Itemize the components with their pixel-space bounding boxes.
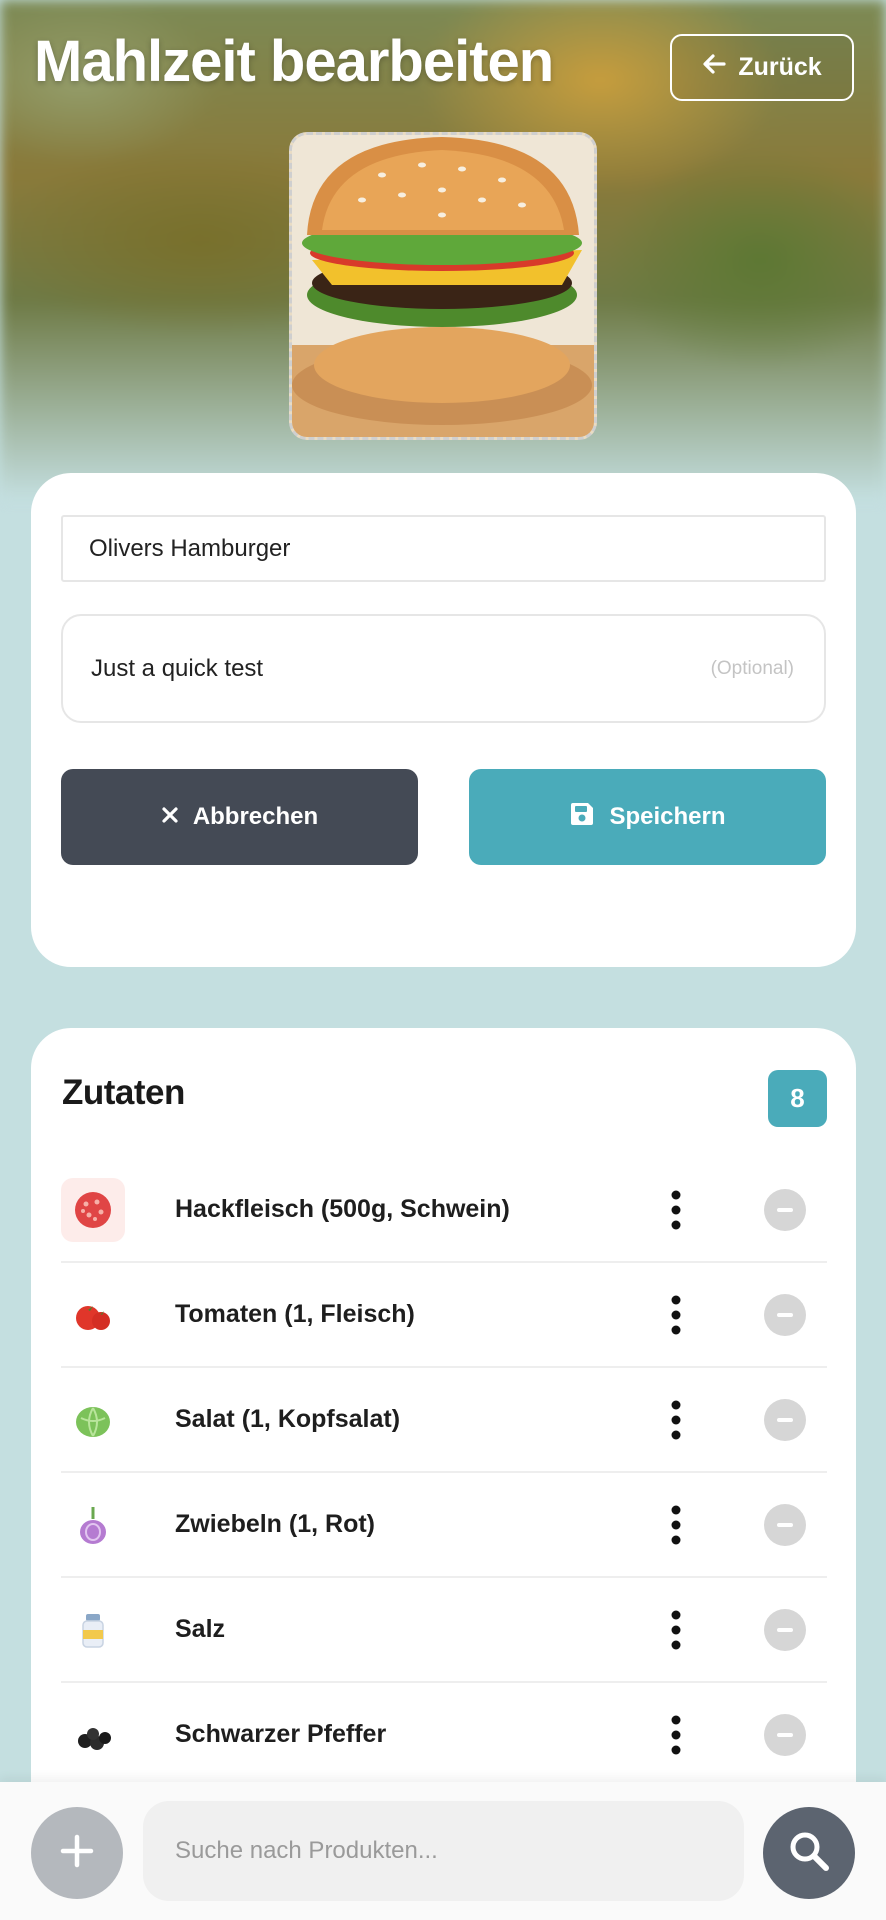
back-button-label: Zurück: [738, 53, 822, 81]
pepper-icon: [61, 1703, 125, 1767]
cancel-button-label: Abbrechen: [192, 803, 319, 830]
edit-meal-card: Olivers Hamburger Just a quick test (Opt…: [31, 473, 856, 967]
page-title: Mahlzeit bearbeiten: [34, 29, 554, 94]
minus-icon: [777, 1732, 793, 1737]
salt-icon: [61, 1598, 125, 1662]
ingredient-row[interactable]: Zwiebeln (1, Rot): [61, 1473, 827, 1578]
ingredient-label: Hackfleisch (500g, Schwein): [175, 1195, 510, 1223]
search-button[interactable]: [763, 1807, 855, 1899]
more-options-icon[interactable]: [661, 1710, 691, 1760]
burger-image: [292, 135, 594, 437]
arrow-left-icon: [702, 53, 726, 82]
ingredient-count-badge: 8: [768, 1070, 827, 1127]
back-button[interactable]: Zurück: [670, 34, 854, 101]
search-icon: [787, 1829, 831, 1878]
meal-name-input[interactable]: Olivers Hamburger: [61, 515, 826, 582]
optional-hint: (Optional): [710, 657, 794, 679]
save-button[interactable]: Speichern: [469, 769, 826, 865]
remove-ingredient-button[interactable]: [764, 1188, 806, 1231]
bottom-search-bar: Suche nach Produkten...: [0, 1782, 886, 1920]
minus-icon: [777, 1207, 793, 1212]
ingredient-row[interactable]: Schwarzer Pfeffer: [61, 1683, 827, 1788]
plus-icon: [59, 1833, 95, 1874]
ingredient-label: Zwiebeln (1, Rot): [175, 1510, 375, 1538]
minus-icon: [777, 1417, 793, 1422]
ingredient-label: Salz: [175, 1615, 226, 1643]
description-value: Just a quick test: [91, 654, 264, 682]
close-icon: [161, 803, 179, 831]
ingredients-title: Zutaten: [62, 1073, 185, 1112]
more-options-icon[interactable]: [661, 1605, 691, 1655]
ingredient-row[interactable]: Tomaten (1, Fleisch): [61, 1263, 827, 1368]
remove-ingredient-button[interactable]: [764, 1608, 806, 1651]
remove-ingredient-button[interactable]: [764, 1293, 806, 1336]
ingredient-row[interactable]: Salz: [61, 1578, 827, 1683]
remove-ingredient-button[interactable]: [764, 1398, 806, 1441]
product-search-input[interactable]: Suche nach Produkten...: [143, 1801, 744, 1901]
more-options-icon[interactable]: [661, 1185, 691, 1235]
save-button-label: Speichern: [609, 803, 726, 830]
ingredient-row[interactable]: Hackfleisch (500g, Schwein): [61, 1158, 827, 1263]
remove-ingredient-button[interactable]: [764, 1503, 806, 1546]
floppy-disk-icon: [569, 801, 595, 834]
more-options-icon[interactable]: [661, 1395, 691, 1445]
tomato-icon: [61, 1283, 125, 1347]
remove-ingredient-button[interactable]: [764, 1713, 806, 1756]
minus-icon: [777, 1627, 793, 1632]
ingredient-label: Tomaten (1, Fleisch): [175, 1300, 415, 1328]
lettuce-icon: [61, 1388, 125, 1452]
ingredient-row[interactable]: Salat (1, Kopfsalat): [61, 1368, 827, 1473]
meal-image[interactable]: [289, 132, 597, 440]
minced-meat-icon: [61, 1177, 125, 1242]
meal-description-input[interactable]: Just a quick test (Optional): [61, 614, 826, 723]
onion-icon: [61, 1493, 125, 1557]
ingredient-label: Schwarzer Pfeffer: [175, 1720, 387, 1748]
ingredient-list: Hackfleisch (500g, Schwein) Tomaten (1, …: [61, 1158, 827, 1788]
add-product-button[interactable]: [31, 1807, 123, 1899]
cancel-button[interactable]: Abbrechen: [61, 769, 418, 865]
more-options-icon[interactable]: [661, 1290, 691, 1340]
ingredient-label: Salat (1, Kopfsalat): [175, 1405, 401, 1433]
minus-icon: [777, 1522, 793, 1527]
more-options-icon[interactable]: [661, 1500, 691, 1550]
minus-icon: [777, 1312, 793, 1317]
